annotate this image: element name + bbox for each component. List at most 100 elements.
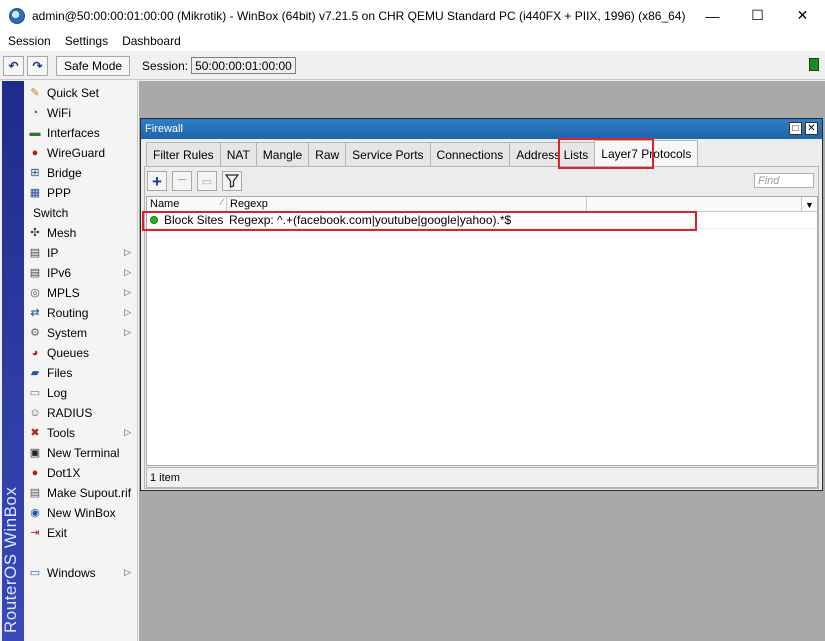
add-button[interactable]: + [147, 171, 167, 191]
undo-icon: ↶ [8, 58, 19, 73]
radius-icon: ☺ [29, 406, 41, 419]
panel-toolbar: + − ▭ Find [145, 167, 820, 195]
branding-text: RouterOS WinBox [1, 486, 20, 633]
menu-dashboard[interactable]: Dashboard [122, 34, 181, 48]
sidebar-item-system[interactable]: ⚙ System ▷ [24, 323, 138, 343]
sidebar-item-wifi[interactable]: ◔ WiFi [24, 103, 138, 123]
sidebar-item-label: Quick Set [47, 86, 100, 100]
sidebar-item-wireguard[interactable]: ● WireGuard [24, 143, 138, 163]
sidebar-item-label: IP [47, 246, 59, 260]
sidebar-item-label: MPLS [47, 286, 80, 300]
sidebar-item-files[interactable]: ▰ Files [24, 363, 138, 383]
windows-icon: ▭ [29, 566, 41, 579]
wifi-icon: ◔ [31, 106, 39, 119]
tab-connections[interactable]: Connections [429, 142, 511, 166]
sidebar-item-label: RADIUS [47, 406, 93, 420]
column-regexp[interactable]: Regexp [227, 197, 587, 211]
window-close-button[interactable]: ✕ [805, 122, 818, 135]
sidebar-item-label: Queues [47, 346, 90, 360]
sidebar-item-new-terminal[interactable]: ▣ New Terminal [24, 443, 138, 463]
sidebar-item-label: Dot1X [47, 466, 81, 480]
undo-button[interactable]: ↶ [3, 55, 24, 76]
winbox-icon: ◉ [30, 506, 40, 519]
sidebar-item-label: Tools [47, 426, 76, 440]
sidebar-item-quick-set[interactable]: ✎ Quick Set [24, 83, 138, 103]
firewall-title: Firewall [145, 123, 183, 135]
maximize-button[interactable]: ☐ [735, 0, 780, 31]
status-bar: 1 item [146, 467, 818, 488]
sidebar-item-bridge[interactable]: ⊞ Bridge [24, 163, 138, 183]
tab-mangle[interactable]: Mangle [255, 142, 310, 166]
sidebar-item-mpls[interactable]: ◎ MPLS ▷ [24, 283, 138, 303]
tab-service-ports[interactable]: Service Ports [345, 142, 431, 166]
window-restore-button[interactable]: □ [789, 122, 802, 135]
sidebar-item-tools[interactable]: ✖ Tools ▷ [24, 423, 138, 443]
minimize-button[interactable]: — [690, 0, 735, 31]
sidebar-item-label: IPv6 [47, 266, 72, 280]
session-value: 50:00:00:01:00:00 [191, 57, 296, 74]
sidebar-item-label: WiFi [47, 106, 71, 120]
column-menu-button[interactable]: ▼ [801, 197, 817, 212]
sidebar-item-label: New WinBox [47, 506, 116, 520]
firewall-title-bar[interactable]: Firewall □ ✕ [141, 119, 822, 139]
supout-icon: ▤ [29, 486, 41, 499]
submenu-arrow-icon: ▷ [124, 287, 131, 297]
sidebar-item-new-winbox[interactable]: ◉ New WinBox [24, 503, 138, 523]
safe-mode-button[interactable]: Safe Mode [56, 55, 131, 76]
menu-session[interactable]: Session [8, 34, 51, 48]
remove-button[interactable]: − [172, 171, 192, 191]
dot1x-icon: ● [31, 466, 39, 479]
find-input[interactable]: Find [754, 173, 814, 188]
sidebar-item-label: Routing [47, 306, 89, 320]
sidebar-item-radius[interactable]: ☺ RADIUS [24, 403, 138, 423]
sidebar-item-routing[interactable]: ⇄ Routing ▷ [24, 303, 138, 323]
routing-icon: ⇄ [30, 306, 40, 319]
tab-raw[interactable]: Raw [308, 142, 347, 166]
main-toolbar: ↶ ↷ Safe Mode Session: 50:00:00:01:00:00 [0, 52, 825, 80]
menu-settings[interactable]: Settings [65, 34, 108, 48]
column-name[interactable]: Name ∕ [147, 197, 227, 211]
wand-icon: ✎ [30, 86, 40, 99]
sidebar-item-label: Windows [47, 566, 96, 580]
mesh-icon: ✣ [30, 226, 40, 239]
sidebar-item-dot1x[interactable]: ● Dot1X [24, 463, 138, 483]
sidebar-item-label: Make Supout.rif [47, 486, 132, 500]
tab-filter-rules[interactable]: Filter Rules [146, 142, 221, 166]
session-label: Session: [142, 58, 189, 73]
sidebar-item-label: WireGuard [47, 146, 106, 160]
sidebar-item-label: PPP [47, 186, 72, 200]
sidebar-item-label: System [47, 326, 88, 340]
sidebar-item-label: Log [47, 386, 68, 400]
window-title: admin@50:00:00:01:00:00 (Mikrotik) - Win… [32, 8, 686, 23]
tab-highlight-annotation [558, 138, 654, 169]
comment-button[interactable]: ▭ [197, 171, 217, 191]
submenu-arrow-icon: ▷ [124, 307, 131, 317]
sidebar-item-interfaces[interactable]: ▬ Interfaces [24, 123, 138, 143]
connection-status-indicator [809, 58, 819, 71]
sidebar-item-exit[interactable]: ⇥ Exit [24, 523, 138, 543]
tab-nat[interactable]: NAT [219, 142, 257, 166]
filter-button[interactable] [222, 171, 242, 191]
sidebar-item-mesh[interactable]: ✣ Mesh [24, 223, 138, 243]
close-button[interactable]: ✕ [780, 0, 825, 31]
sidebar-item-make-supout-rif[interactable]: ▤ Make Supout.rif [24, 483, 138, 503]
sidebar-item-windows[interactable]: ▭ Windows ▷ [24, 563, 138, 583]
sidebar-item-queues[interactable]: ◕ Queues [24, 343, 138, 363]
mpls-icon: ◎ [30, 286, 40, 299]
sidebar-item-ppp[interactable]: ▦ PPP [24, 183, 138, 203]
sidebar-item-label: Mesh [47, 226, 77, 240]
sidebar-item-switch[interactable]: Switch [24, 203, 138, 223]
minus-icon: − [177, 172, 187, 189]
files-icon: ▰ [30, 366, 40, 379]
submenu-arrow-icon: ▷ [124, 567, 131, 577]
comment-icon: ▭ [201, 175, 213, 188]
sidebar-item-ip[interactable]: ▤ IP ▷ [24, 243, 138, 263]
queues-icon: ◕ [31, 346, 39, 359]
redo-button[interactable]: ↷ [27, 55, 48, 76]
sidebar-item-log[interactable]: ▭ Log [24, 383, 138, 403]
sidebar-item-ipv6[interactable]: ▤ IPv6 ▷ [24, 263, 138, 283]
branding-strip: RouterOS WinBox [1, 81, 24, 641]
terminal-icon: ▣ [29, 446, 41, 459]
filter-icon [225, 174, 239, 188]
system-icon: ⚙ [30, 326, 40, 339]
